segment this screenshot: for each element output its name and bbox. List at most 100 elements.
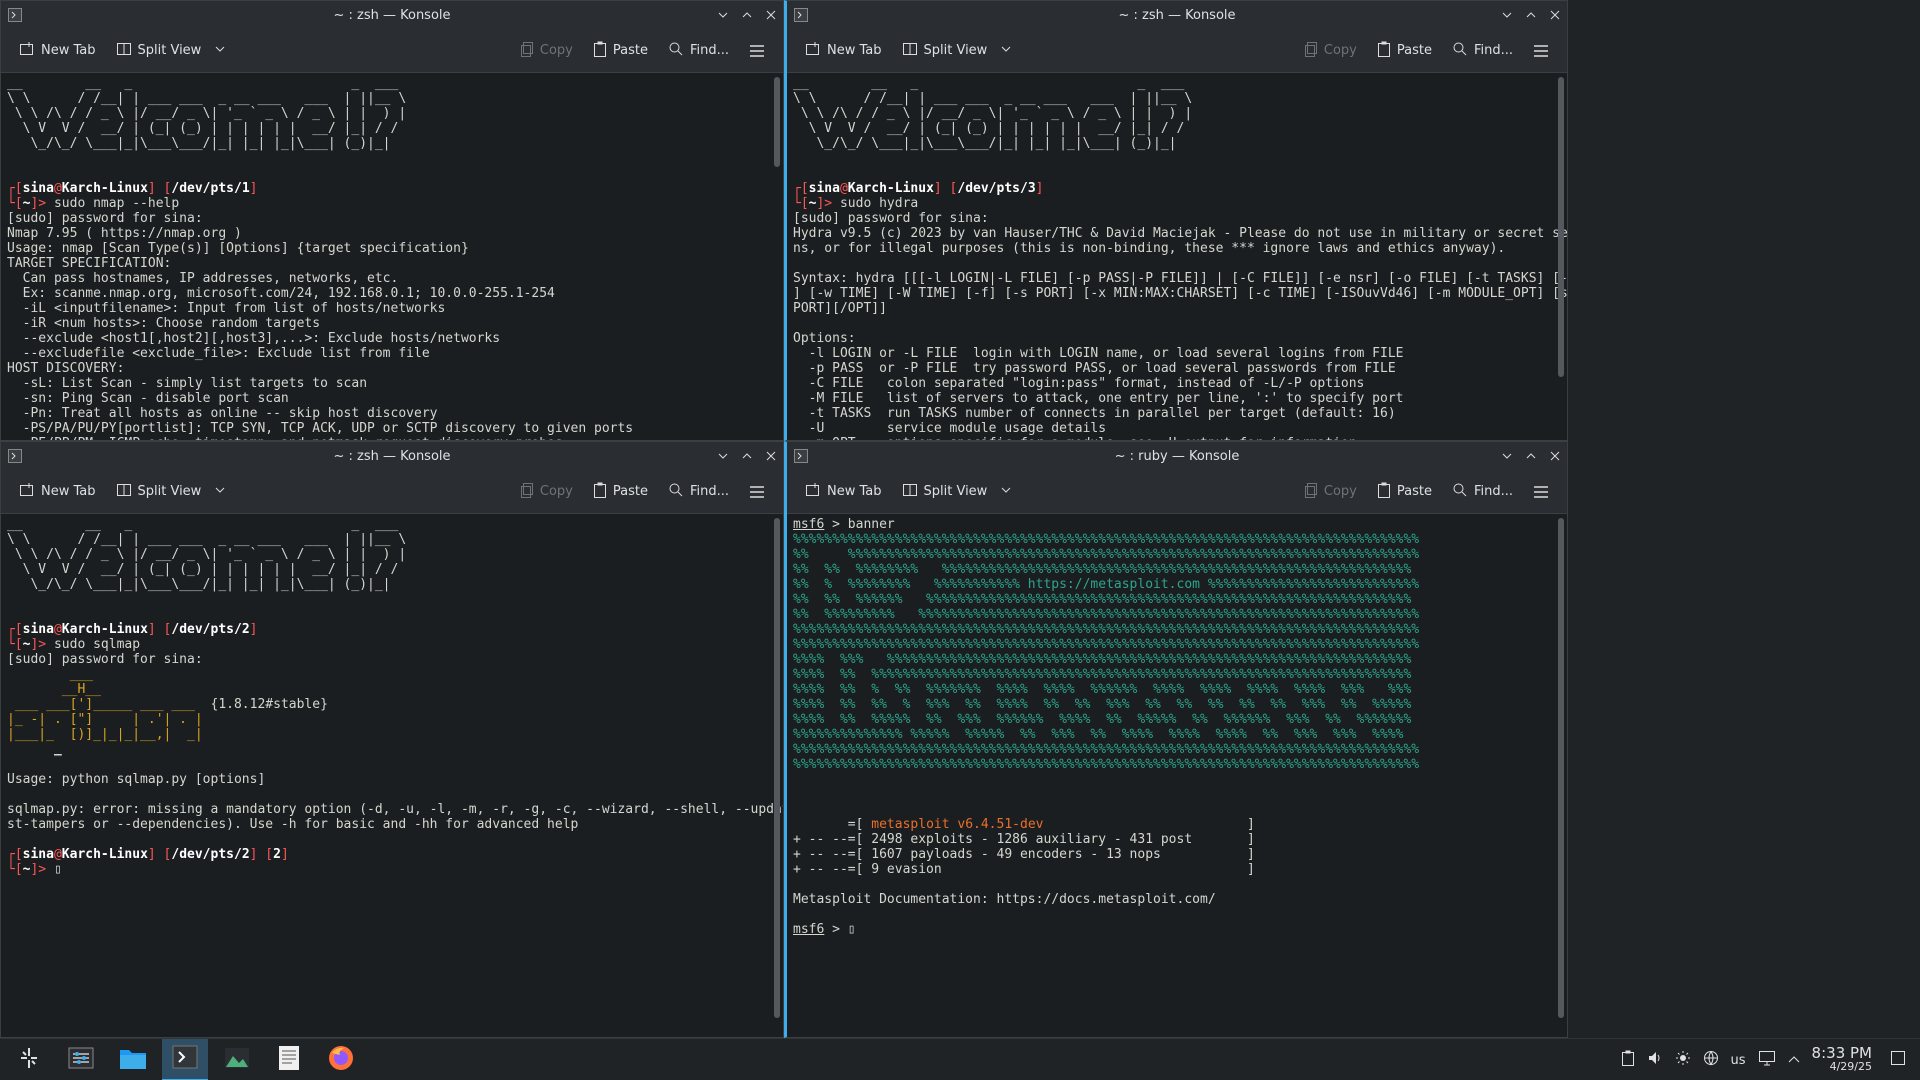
scrollbar[interactable] [774,77,780,436]
maximize-icon[interactable] [741,9,753,21]
prompt-bracket: ] [249,622,258,637]
show-desktop-icon[interactable] [1890,1050,1906,1070]
taskbar-file-manager[interactable] [110,1039,156,1080]
prompt-exit-code: 2 [273,847,281,862]
scrollbar-thumb[interactable] [1558,77,1564,377]
scrollbar-thumb[interactable] [774,77,780,167]
hamburger-menu-icon[interactable] [743,40,771,62]
paste-button[interactable]: Paste [1371,37,1438,65]
title-bar[interactable]: ~ : zsh — Konsole [1,1,783,29]
network-globe-icon[interactable] [1703,1050,1719,1070]
find-button[interactable]: Find... [662,37,735,65]
minimize-icon[interactable] [717,450,729,462]
minimize-icon[interactable] [717,9,729,21]
terminal-line: \ V V / __/ | (_| (_) | | | | | | __/ |_… [7,562,399,577]
scrollbar[interactable] [1558,518,1564,1033]
scrollbar-thumb[interactable] [774,518,780,1018]
taskbar-firefox[interactable] [318,1039,364,1080]
chevron-down-icon[interactable] [1001,43,1011,58]
close-icon[interactable] [1549,9,1561,21]
prompt-host: Karch-Linux [847,181,934,196]
chevron-down-icon[interactable] [1001,484,1011,499]
terminal-output[interactable]: __ __ _ _ ___ \ \ / /__| | ___ ___ _ __ _… [787,74,1567,440]
close-icon[interactable] [1549,450,1561,462]
scrollbar-thumb[interactable] [1558,518,1564,1018]
scrollbar[interactable] [1558,77,1564,436]
volume-icon[interactable] [1647,1050,1663,1070]
display-icon[interactable] [1758,1050,1776,1070]
hamburger-menu-icon[interactable] [743,481,771,503]
hamburger-menu-icon[interactable] [1527,40,1555,62]
copy-icon [520,482,534,502]
taskbar-system-settings[interactable] [58,1039,104,1080]
hamburger-menu-icon[interactable] [1527,481,1555,503]
split-view-button[interactable]: Split View [110,37,232,65]
konsole-window-nmap[interactable]: ~ : zsh — Konsole New Tab Split View Cop… [0,0,784,441]
paste-button[interactable]: Paste [1371,478,1438,506]
close-icon[interactable] [765,450,777,462]
terminal-output[interactable]: __ __ _ _ ___ \ \ / /__| | ___ ___ _ __ _… [1,74,783,440]
close-icon[interactable] [765,9,777,21]
konsole-window-metasploit[interactable]: ~ : ruby — Konsole New Tab Split View Co… [784,441,1568,1038]
prompt-arrow: ]> [816,196,840,211]
split-view-button[interactable]: Split View [896,478,1018,506]
title-bar[interactable]: ~ : ruby — Konsole [787,442,1567,470]
new-tab-button[interactable]: New Tab [13,37,102,65]
maximize-icon[interactable] [741,450,753,462]
terminal-line: -iL <inputfilename>: Input from list of … [7,301,446,316]
konsole-window-sqlmap[interactable]: ~ : zsh — Konsole New Tab Split View Cop… [0,441,784,1038]
new-tab-button[interactable]: New Tab [799,37,888,65]
copy-icon [1304,41,1318,61]
chevron-down-icon[interactable] [215,484,225,499]
title-bar[interactable]: ~ : zsh — Konsole [1,442,783,470]
terminal-line: %% % %%%%%%%% %%%%%%%%%%% https://metasp… [793,577,1561,592]
metasploit-banner-art: %%%%%%%%%%%%%%%%%%%%%%%%%%%%%%%%%%%%%%%%… [793,637,1420,652]
minimize-icon[interactable] [1501,9,1513,21]
new-tab-button[interactable]: New Tab [799,478,888,506]
taskbar-text-editor[interactable] [266,1039,312,1080]
brightness-icon[interactable] [1675,1050,1691,1070]
clipboard-icon[interactable] [1621,1050,1635,1070]
prompt-bracket: ] [ [147,622,172,637]
search-icon [668,41,684,61]
paste-button[interactable]: Paste [587,478,654,506]
find-button[interactable]: Find... [662,478,735,506]
copy-button[interactable]: Copy [1298,478,1363,506]
prompt-bracket: ] [249,181,258,196]
paste-button[interactable]: Paste [587,37,654,65]
terminal-line: + -- --=[ 2498 exploits - 1286 auxiliary… [793,832,1255,847]
taskbar-application-launcher[interactable] [6,1039,52,1080]
copy-button[interactable]: Copy [1298,37,1363,65]
find-button[interactable]: Find... [1446,37,1519,65]
terminal-line: [sudo] password for sina: [7,652,203,667]
clock[interactable]: 8:33 PM 4/29/25 [1812,1046,1872,1074]
maximize-icon[interactable] [1525,450,1537,462]
new-tab-button[interactable]: New Tab [13,478,102,506]
system-tray: us 8:33 PM 4/29/25 [1621,1039,1920,1080]
taskbar-konsole[interactable] [162,1038,208,1080]
keyboard-layout[interactable]: us [1731,1053,1746,1068]
chevron-down-icon[interactable] [215,43,225,58]
find-button[interactable]: Find... [1446,478,1519,506]
minimize-icon[interactable] [1501,450,1513,462]
metasploit-banner-art: %%%% %% %% % %%% %% %%%% %% %% %%% %% %%… [793,697,1412,712]
konsole-toolbar: New Tab Split View Copy Paste Find... [787,29,1567,73]
maximize-icon[interactable] [1525,9,1537,21]
konsole-window-hydra[interactable]: ~ : zsh — Konsole New Tab Split View Cop… [784,0,1568,441]
chevron-up-icon[interactable] [1788,1053,1800,1068]
metasploit-banner-art: %%%%%%%%%%%%%%%%%%%%%%%%%%%%%%%%%%%%%%%%… [793,757,1420,772]
window-title: ~ : ruby — Konsole [1114,448,1240,464]
terminal-output[interactable]: __ __ _ _ ___ \ \ / /__| | ___ ___ _ __ _… [1,515,783,1037]
split-view-button[interactable]: Split View [896,37,1018,65]
terminal-line: %%%% %% %% % %%% %% %%%% %% %% %%% %% %%… [793,697,1561,712]
konsole-toolbar: New Tab Split View Copy Paste Find... [787,470,1567,514]
copy-button[interactable]: Copy [514,478,579,506]
terminal-output[interactable]: msf6 > banner%%%%%%%%%%%%%%%%%%%%%%%%%%%… [787,515,1567,1037]
taskbar-image-viewer[interactable] [214,1039,260,1080]
terminal-line: Can pass hostnames, IP addresses, networ… [7,271,399,286]
scrollbar[interactable] [774,518,780,1033]
split-view-button[interactable]: Split View [110,478,232,506]
title-bar[interactable]: ~ : zsh — Konsole [787,1,1567,29]
copy-button[interactable]: Copy [514,37,579,65]
